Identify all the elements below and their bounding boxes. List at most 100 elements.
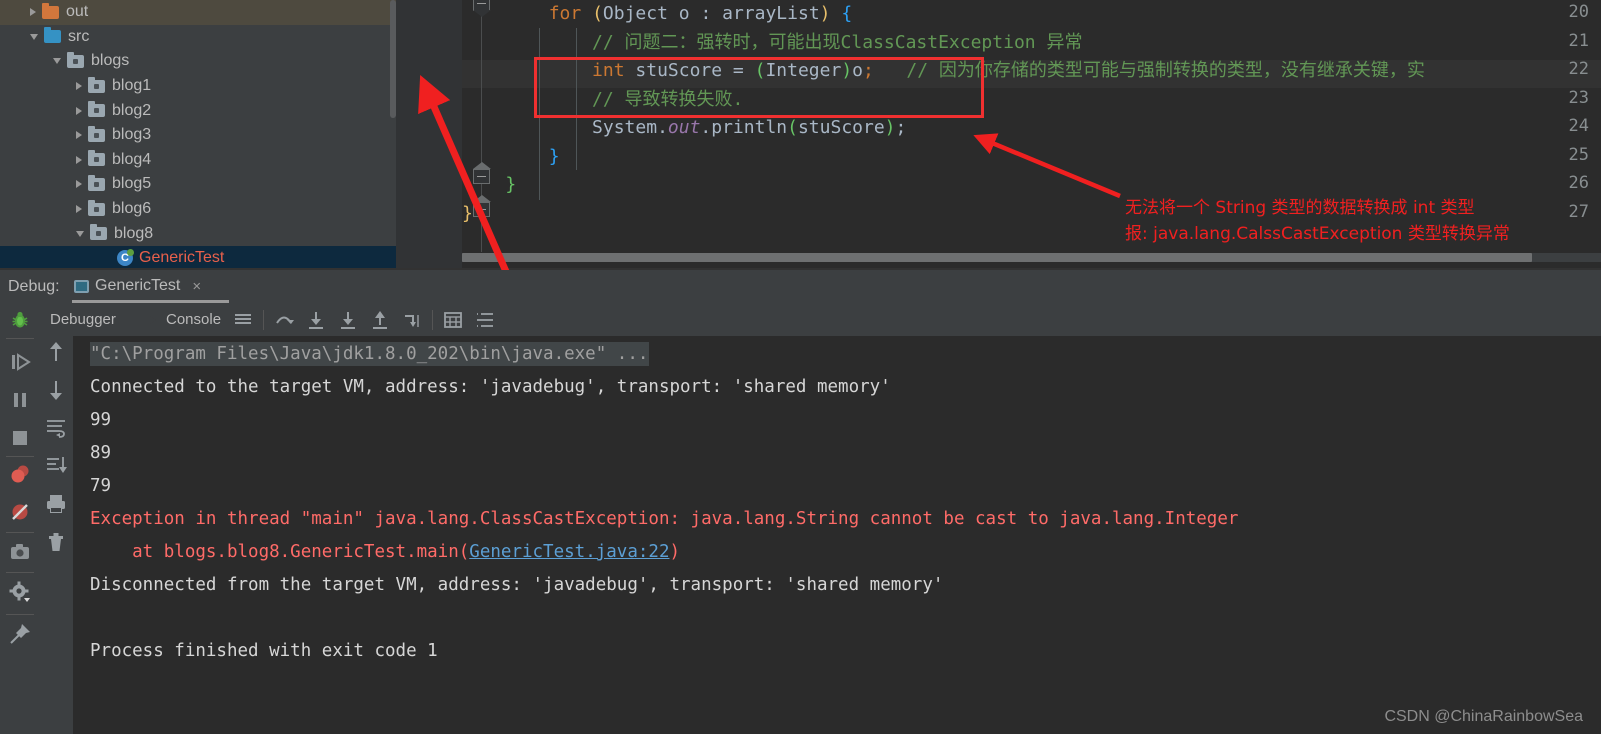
folder-package-icon (90, 224, 107, 241)
watermark: CSDN @ChinaRainbowSea (1384, 708, 1583, 725)
editor-gutter[interactable] (396, 0, 462, 270)
debug-run-controls-strip (0, 336, 40, 734)
console-output[interactable]: "C:\Program Files\Java\jdk1.8.0_202\bin\… (73, 336, 1601, 734)
line-number-25: 25 (1568, 144, 1589, 165)
view-breakpoints-icon[interactable] (8, 462, 32, 486)
debug-tab-underline (72, 300, 229, 303)
print-icon[interactable] (44, 492, 68, 516)
tree-item-out[interactable]: out (0, 0, 396, 25)
tree-item-label: blog6 (112, 200, 152, 218)
chevron-right-icon[interactable] (76, 180, 82, 189)
tab-console[interactable]: Console (166, 311, 221, 328)
soft-wrap-icon[interactable] (232, 308, 254, 330)
step-over-icon[interactable] (272, 308, 296, 332)
folder-package-icon (88, 101, 105, 118)
code-line-26[interactable]: } (462, 171, 516, 199)
code-line-22[interactable]: int stuScore = (Integer)o; // 因为你存储的类型可能… (462, 57, 1425, 85)
step-out-icon[interactable] (368, 308, 392, 332)
clear-all-icon[interactable] (44, 530, 68, 554)
run-to-cursor-icon[interactable] (400, 308, 424, 332)
scrollbar-thumb[interactable] (462, 253, 1532, 262)
chevron-right-icon[interactable] (76, 131, 82, 140)
tree-item-src[interactable]: src (0, 25, 396, 50)
tree-item-blog2[interactable]: blog2 (0, 98, 396, 123)
stop-program-icon[interactable] (8, 426, 32, 450)
tree-item-blogs[interactable]: blogs (0, 49, 396, 74)
code-line-20[interactable]: for (Object o : arrayList) { (462, 0, 852, 28)
folder-orange-icon (42, 2, 59, 19)
console-line-text: at blogs.blog8.GenericTest.main( (90, 542, 470, 562)
chevron-right-icon[interactable] (76, 205, 82, 214)
line-number-27: 27 (1568, 201, 1589, 222)
screenshot-icon[interactable] (8, 540, 32, 564)
step-into-icon[interactable] (304, 308, 328, 332)
folder-package-icon (67, 51, 84, 68)
tree-item-blog4[interactable]: blog4 (0, 148, 396, 173)
tab-debugger[interactable]: Debugger (50, 311, 116, 328)
console-line: at blogs.blog8.GenericTest.main(GenericT… (90, 542, 680, 562)
stacktrace-link[interactable]: GenericTest.java:22 (469, 542, 669, 562)
folder-blue-icon (44, 27, 61, 44)
code-line-24[interactable]: System.out.println(stuScore); (462, 114, 906, 142)
tree-item-label: blog1 (112, 77, 152, 95)
folder-package-icon (88, 150, 105, 167)
debug-panel-label: Debug: (8, 278, 60, 295)
tree-item-blog5[interactable]: blog5 (0, 172, 396, 197)
debug-header: Debug: GenericTest × (0, 270, 1601, 304)
pin-tab-icon[interactable] (8, 622, 32, 646)
scroll-to-end-icon[interactable] (44, 454, 68, 478)
line-number-20: 20 (1568, 2, 1589, 22)
code-line-21[interactable]: // 问题二：强转时，可能出现ClassCastException 异常 (462, 29, 1082, 57)
chevron-down-icon[interactable] (53, 58, 61, 65)
annotation-text-line1: 无法将一个 String 类型的数据转换成 int 类型 (1125, 198, 1475, 218)
console-line: 89 (90, 443, 112, 463)
project-tree-panel[interactable]: out src blogs blog1 blog2 blog3 blog4 blog5 blog… (0, 0, 396, 270)
bug-icon (12, 311, 28, 328)
pause-program-icon[interactable] (8, 388, 32, 412)
tree-item-blog8[interactable]: blog8 (0, 221, 396, 246)
strip-divider-4 (6, 614, 34, 615)
tree-item-label: blogs (91, 52, 130, 70)
line-number-22: 22 (1568, 59, 1589, 79)
tree-item-label: out (66, 3, 89, 21)
tree-item-blog6[interactable]: blog6 (0, 197, 396, 222)
tree-item-label: src (68, 27, 90, 45)
mute-breakpoints-icon[interactable] (8, 500, 32, 524)
soft-wrap-console-icon[interactable] (44, 416, 68, 440)
tree-item-blog1[interactable]: blog1 (0, 74, 396, 99)
console-line: Connected to the target VM, address: 'ja… (90, 377, 891, 397)
fold-marker-end-2[interactable] (473, 195, 491, 217)
tree-item-generictest[interactable]: C GenericTest (0, 245, 396, 270)
strip-divider-3 (6, 572, 34, 573)
chevron-down-icon[interactable] (76, 230, 84, 237)
code-line-27[interactable]: } (462, 200, 473, 228)
chevron-right-icon[interactable] (30, 8, 36, 17)
resume-program-icon[interactable] (8, 350, 32, 374)
debug-tab-generictest[interactable]: GenericTest × (70, 275, 205, 297)
code-line-25[interactable]: } (462, 143, 560, 171)
folder-package-icon (88, 199, 105, 216)
chevron-down-icon[interactable] (30, 33, 38, 40)
console-line: 79 (90, 476, 112, 496)
console-line: Process finished with exit code 1 (90, 641, 438, 661)
chevron-right-icon[interactable] (76, 82, 82, 91)
up-the-stack-icon[interactable] (44, 340, 68, 364)
force-step-into-icon[interactable] (336, 308, 360, 332)
settings-layout-icon[interactable] (473, 308, 497, 332)
editor-horizontal-scrollbar[interactable] (462, 253, 1601, 262)
settings-gear-icon[interactable] (8, 580, 32, 604)
toolbar-separator-1 (263, 310, 264, 330)
down-the-stack-icon[interactable] (44, 378, 68, 402)
tree-item-blog3[interactable]: blog3 (0, 123, 396, 148)
chevron-right-icon[interactable] (76, 106, 82, 115)
chevron-right-icon[interactable] (76, 155, 82, 164)
code-line-23[interactable]: // 导致转换失败. (462, 86, 743, 114)
folder-package-icon (88, 125, 105, 142)
strip-divider-0 (6, 338, 34, 339)
close-icon[interactable]: × (192, 278, 201, 295)
evaluate-expression-icon[interactable] (441, 308, 465, 332)
tree-item-label: blog3 (112, 126, 152, 144)
run-configuration-icon (74, 279, 89, 293)
annotation-text-line2: 报: java.lang.CalssCastException 类型转换异常 (1125, 224, 1510, 244)
tree-item-label: blog8 (114, 224, 154, 242)
